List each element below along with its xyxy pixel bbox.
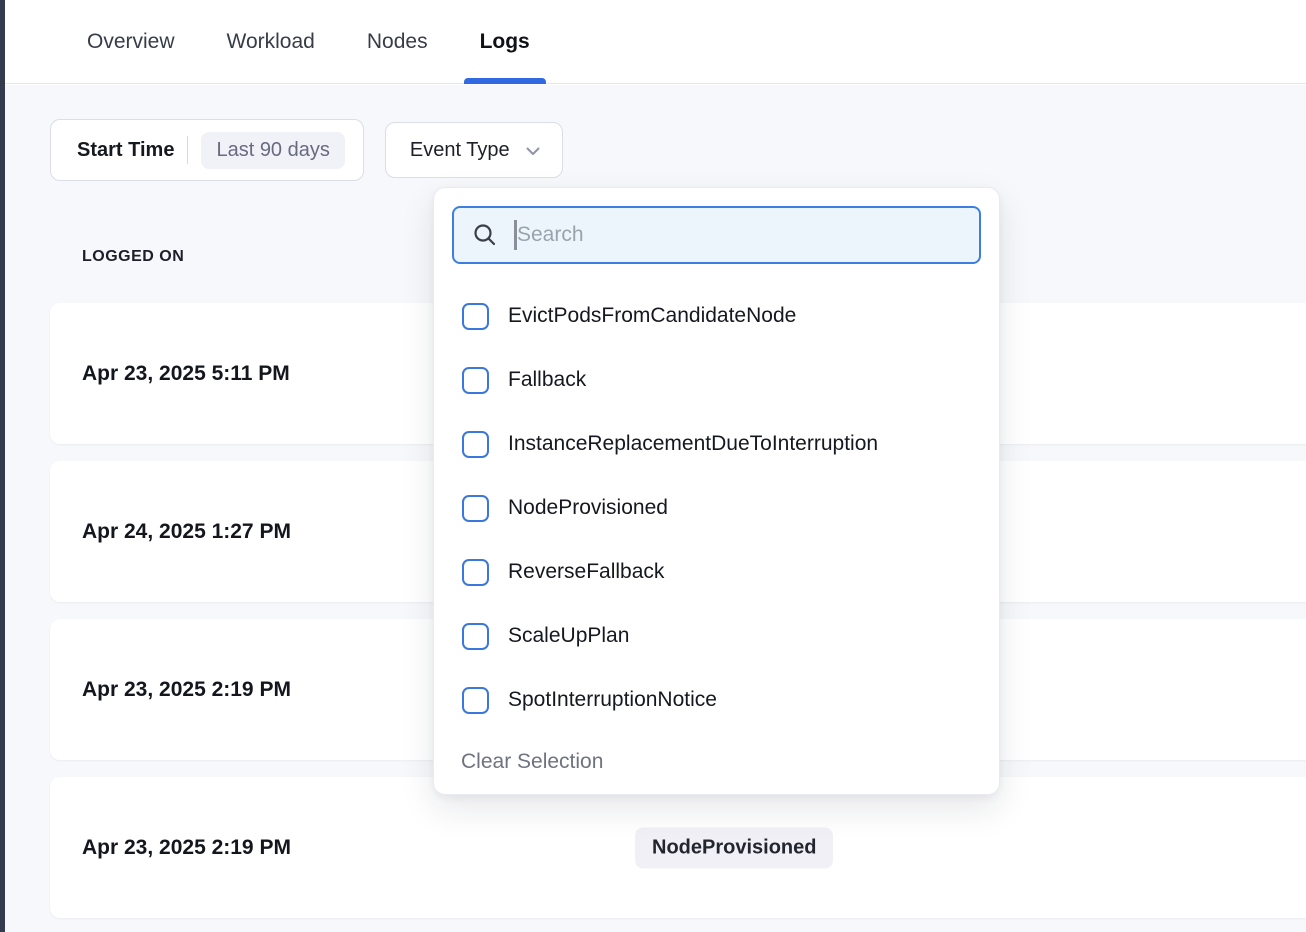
tab-workload[interactable]: Workload — [211, 0, 331, 83]
clear-selection-button[interactable]: Clear Selection — [461, 750, 603, 774]
checkbox-unchecked[interactable] — [462, 559, 489, 586]
checkbox-unchecked[interactable] — [462, 431, 489, 458]
search-input[interactable] — [517, 223, 965, 247]
option-spotinterruptionnotice[interactable]: SpotInterruptionNotice — [434, 668, 999, 732]
event-type-filter-button[interactable]: Event Type — [385, 122, 563, 178]
option-label: InstanceReplacementDueToInterruption — [508, 432, 878, 456]
start-time-filter[interactable]: Start Time Last 90 days — [50, 119, 364, 181]
logged-on-timestamp: Apr 24, 2025 1:27 PM — [82, 520, 291, 544]
option-reversefallback[interactable]: ReverseFallback — [434, 540, 999, 604]
start-time-label: Start Time — [77, 139, 174, 162]
search-icon — [471, 221, 499, 249]
option-scaleupplan[interactable]: ScaleUpPlan — [434, 604, 999, 668]
column-header-logged-on: LOGGED ON — [82, 248, 184, 266]
tab-nodes[interactable]: Nodes — [351, 0, 444, 83]
option-label: NodeProvisioned — [508, 496, 668, 520]
logged-on-timestamp: Apr 23, 2025 2:19 PM — [82, 836, 291, 860]
tab-logs[interactable]: Logs — [464, 0, 546, 83]
option-instancereplacementduetointerruption[interactable]: InstanceReplacementDueToInterruption — [434, 412, 999, 476]
checkbox-unchecked[interactable] — [462, 687, 489, 714]
table-row[interactable]: Apr 23, 2025 2:19 PM NodeProvisioned — [50, 777, 1306, 918]
logged-on-timestamp: Apr 23, 2025 2:19 PM — [82, 678, 291, 702]
option-nodeprovisioned[interactable]: NodeProvisioned — [434, 476, 999, 540]
start-time-value[interactable]: Last 90 days — [201, 132, 344, 169]
option-evictpodsfromcandidatenode[interactable]: EvictPodsFromCandidateNode — [434, 284, 999, 348]
event-type-dropdown: EvictPodsFromCandidateNode Fallback Inst… — [433, 187, 1000, 795]
option-label: Fallback — [508, 368, 586, 392]
logs-page: Overview Workload Nodes Logs Start Time … — [0, 0, 1306, 932]
event-type-label: Event Type — [410, 139, 510, 162]
logged-on-timestamp: Apr 23, 2025 5:11 PM — [82, 362, 290, 386]
option-label: EvictPodsFromCandidateNode — [508, 304, 796, 328]
option-label: ScaleUpPlan — [508, 624, 629, 648]
filter-divider — [187, 136, 188, 164]
tab-bar: Overview Workload Nodes Logs — [5, 0, 1306, 84]
option-label: SpotInterruptionNotice — [508, 688, 717, 712]
filter-bar: Start Time Last 90 days Event Type — [50, 119, 563, 181]
checkbox-unchecked[interactable] — [462, 495, 489, 522]
chevron-down-icon — [522, 140, 544, 162]
checkbox-unchecked[interactable] — [462, 303, 489, 330]
checkbox-unchecked[interactable] — [462, 623, 489, 650]
tab-overview[interactable]: Overview — [71, 0, 191, 83]
checkbox-unchecked[interactable] — [462, 367, 489, 394]
event-type-badge: NodeProvisioned — [635, 827, 833, 868]
event-type-options: EvictPodsFromCandidateNode Fallback Inst… — [434, 284, 999, 732]
option-fallback[interactable]: Fallback — [434, 348, 999, 412]
dropdown-search-box[interactable] — [452, 206, 981, 264]
option-label: ReverseFallback — [508, 560, 664, 584]
